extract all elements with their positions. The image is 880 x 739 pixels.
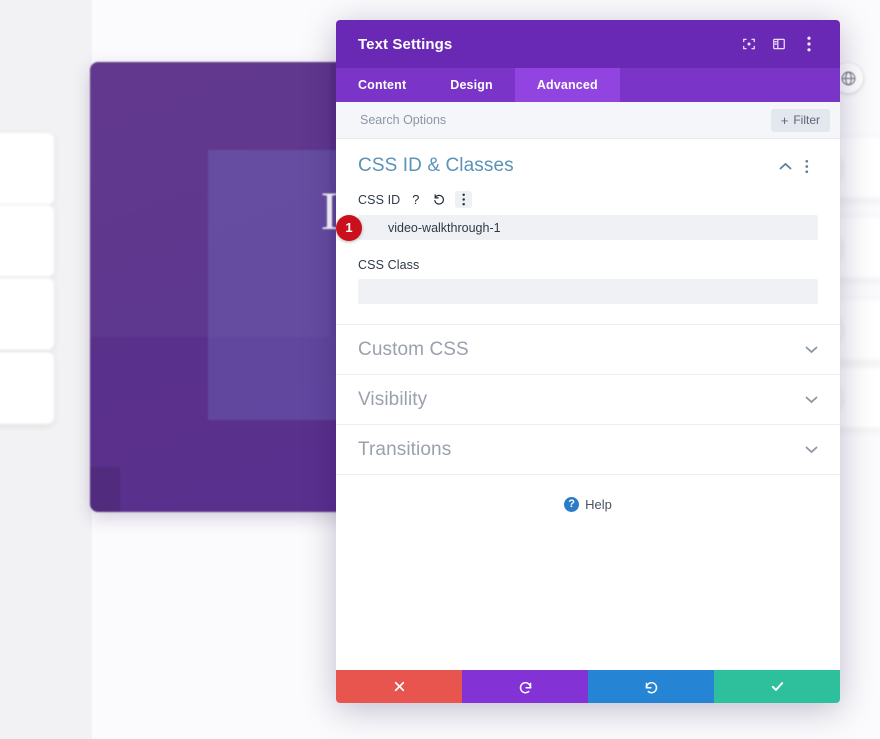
list-item[interactable] xyxy=(0,133,54,205)
list-item[interactable] xyxy=(0,205,54,277)
filter-button-label: Filter xyxy=(793,113,820,127)
section-custom-css[interactable]: Custom CSS xyxy=(336,325,840,375)
field-label-row: CSS ID ? xyxy=(358,191,818,208)
filter-button[interactable]: + Filter xyxy=(770,108,830,132)
modal-header: Text Settings xyxy=(336,20,840,68)
help-circle-icon: ? xyxy=(564,497,580,512)
section-css-id-classes: CSS ID & Classes CSS ID ? 1 video-walkth… xyxy=(336,139,840,325)
list-item[interactable] xyxy=(0,352,54,424)
more-options-icon[interactable] xyxy=(455,191,473,208)
tab-content[interactable]: Content xyxy=(336,68,428,102)
modal-footer xyxy=(336,670,840,703)
section-title: Custom CSS xyxy=(358,338,469,360)
focus-target-icon[interactable] xyxy=(734,29,764,59)
field-label: CSS Class xyxy=(358,258,420,272)
chevron-down-icon[interactable] xyxy=(805,445,818,454)
modal-title: Text Settings xyxy=(358,35,453,53)
hero-decor-bar xyxy=(90,467,120,512)
field-css-class: CSS Class xyxy=(358,258,818,304)
section-transitions[interactable]: Transitions xyxy=(336,425,840,475)
chevron-down-icon[interactable] xyxy=(805,345,818,354)
help-icon[interactable]: ? xyxy=(407,191,424,208)
modal-tab-bar: Content Design Advanced xyxy=(336,68,840,102)
modal-body: CSS ID & Classes CSS ID ? 1 video-walkth… xyxy=(336,139,840,670)
search-bar: + Filter xyxy=(336,102,840,139)
section-title: Transitions xyxy=(358,438,452,460)
search-input[interactable] xyxy=(358,112,771,128)
plus-icon: + xyxy=(780,112,789,128)
section-visibility[interactable]: Visibility xyxy=(336,375,840,425)
field-label-row: CSS Class xyxy=(358,258,818,272)
css-class-input[interactable] xyxy=(358,279,818,304)
help-label: Help xyxy=(585,497,612,512)
css-id-input-wrapper: 1 xyxy=(336,214,818,241)
text-settings-modal: Text Settings Content Design Advanced Se… xyxy=(336,20,840,703)
section-header[interactable]: CSS ID & Classes xyxy=(358,155,818,177)
more-options-icon[interactable] xyxy=(796,155,818,177)
chevron-down-icon[interactable] xyxy=(805,395,818,404)
step-badge: 1 xyxy=(336,214,362,241)
field-label: CSS ID xyxy=(358,192,401,207)
section-title: Visibility xyxy=(358,388,428,410)
section-title: CSS ID & Classes xyxy=(358,155,514,176)
field-css-id: CSS ID ? 1 video-walkthrough-1 xyxy=(336,191,818,241)
save-button[interactable] xyxy=(714,670,840,703)
tab-design[interactable]: Design xyxy=(428,68,515,102)
cancel-button[interactable] xyxy=(336,670,462,703)
undo-button[interactable] xyxy=(462,670,588,703)
tab-advanced[interactable]: Advanced xyxy=(514,68,620,102)
help-link[interactable]: ? Help xyxy=(336,475,840,512)
reset-icon[interactable] xyxy=(431,191,448,208)
redo-button[interactable] xyxy=(588,670,714,703)
layout-panel-icon[interactable] xyxy=(764,29,794,59)
more-options-icon[interactable] xyxy=(794,29,824,59)
list-item[interactable] xyxy=(0,278,54,350)
chevron-up-icon[interactable] xyxy=(774,155,796,177)
css-id-input[interactable] xyxy=(358,215,818,240)
